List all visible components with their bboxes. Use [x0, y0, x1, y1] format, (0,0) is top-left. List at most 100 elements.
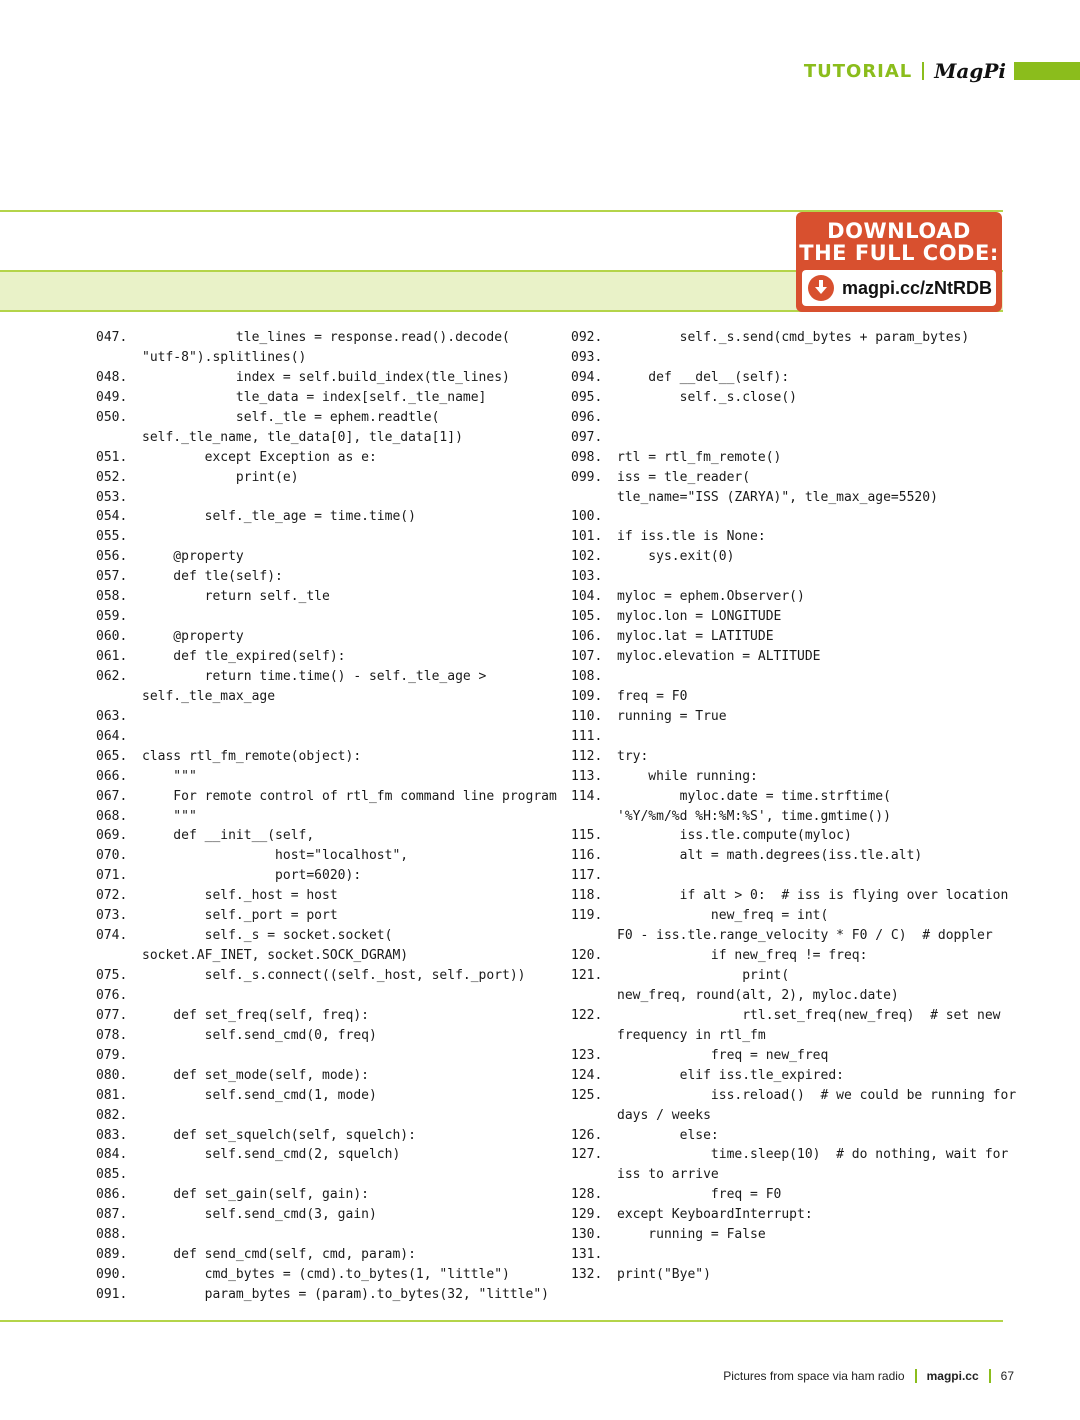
line-number: 060.: [96, 629, 128, 645]
line-number: 065.: [96, 748, 128, 764]
code-text: print(e): [142, 469, 299, 485]
code-line: 059.: [96, 607, 546, 627]
line-number: 120.: [571, 948, 603, 964]
line-number: 117.: [571, 868, 603, 884]
code-line: tle_name="ISS (ZARYA)", tle_max_age=5520…: [571, 488, 1001, 508]
code-line: 112. try:: [571, 747, 1001, 767]
code-line: 063.: [96, 707, 546, 727]
code-line: 096.: [571, 408, 1001, 428]
code-line: new_freq, round(alt, 2), myloc.date): [571, 986, 1001, 1006]
code-line: 052. print(e): [96, 468, 546, 488]
code-line: 070. host="localhost",: [96, 846, 546, 866]
line-number: 051.: [96, 449, 128, 465]
footer-divider: [988, 1369, 991, 1383]
line-number: 089.: [96, 1247, 128, 1263]
code-line: '%Y/%m/%d %H:%M:%S', time.gmtime()): [571, 807, 1001, 827]
code-line: 088.: [96, 1225, 546, 1245]
download-url[interactable]: magpi.cc/zNtRDB: [842, 278, 992, 299]
code-text: try:: [617, 748, 649, 764]
code-line: iss to arrive: [571, 1165, 1001, 1185]
header-divider: [922, 62, 925, 80]
code-text: def set_mode(self, mode):: [142, 1067, 369, 1083]
code-line: 083. def set_squelch(self, squelch):: [96, 1126, 546, 1146]
footer-divider: [914, 1369, 917, 1383]
code-text: freq = F0: [617, 688, 688, 704]
code-text: if alt > 0: # iss is flying over locatio…: [617, 888, 1009, 904]
download-box[interactable]: DOWNLOAD THE FULL CODE: magpi.cc/zNtRDB: [796, 212, 1002, 312]
code-line: frequency in rtl_fm: [571, 1026, 1001, 1046]
code-text: self.send_cmd(1, mode): [142, 1087, 377, 1103]
code-text: def set_freq(self, freq):: [142, 1007, 369, 1023]
code-text: alt = math.degrees(iss.tle.alt): [617, 848, 923, 864]
code-line: days / weeks: [571, 1106, 1001, 1126]
code-text: self._s.close(): [617, 389, 798, 405]
line-number: 101.: [571, 529, 603, 545]
code-text: running = False: [617, 1227, 766, 1243]
line-number: 121.: [571, 968, 603, 983]
code-text: cmd_bytes = (cmd).to_bytes(1, "little"): [142, 1267, 510, 1283]
code-line: 115. iss.tle.compute(myloc): [571, 826, 1001, 846]
line-number: 079.: [96, 1047, 128, 1063]
line-number: 116.: [571, 848, 603, 864]
download-link[interactable]: magpi.cc/zNtRDB: [802, 270, 996, 306]
line-number: 103.: [571, 569, 603, 585]
line-number: 081.: [96, 1087, 128, 1103]
code-line: 049. tle_data = index[self._tle_name]: [96, 388, 546, 408]
code-line: 131.: [571, 1245, 1001, 1265]
code-line: 109. freq = F0: [571, 687, 1001, 707]
page-footer: Pictures from space via ham radio magpi.…: [723, 1369, 1014, 1383]
line-number: 099.: [571, 469, 603, 485]
line-number: 064.: [96, 728, 128, 744]
code-line: "utf-8").splitlines(): [96, 348, 546, 368]
code-line: socket.AF_INET, socket.SOCK_DGRAM): [96, 946, 546, 966]
code-line: 079.: [96, 1046, 546, 1066]
line-number: 063.: [96, 708, 128, 724]
code-line: 050. self._tle = ephem.readtle(: [96, 408, 546, 428]
code-text: print(: [617, 968, 790, 983]
code-text: print("Bye"): [617, 1267, 711, 1283]
code-text: param_bytes = (param).to_bytes(32, "litt…: [142, 1287, 549, 1302]
code-line: 066. """: [96, 767, 546, 787]
code-line: 047. tle_lines = response.read().decode(: [96, 328, 546, 348]
code-text: return self._tle: [142, 589, 330, 605]
code-line: 093.: [571, 348, 1001, 368]
page-header: TUTORIAL MagPi: [804, 58, 1080, 84]
line-number: 105.: [571, 609, 603, 625]
code-line: 084. self.send_cmd(2, squelch): [96, 1145, 546, 1165]
code-line: 089. def send_cmd(self, cmd, param):: [96, 1245, 546, 1265]
line-number: 122.: [571, 1007, 603, 1023]
code-text: F0 - iss.tle.range_velocity * F0 / C) # …: [617, 928, 993, 944]
line-number: 078.: [96, 1027, 128, 1043]
line-number: 080.: [96, 1067, 128, 1083]
code-line: 104. myloc = ephem.Observer(): [571, 587, 1001, 607]
line-number: 087.: [96, 1207, 128, 1223]
line-number: 125.: [571, 1087, 603, 1103]
line-number: 092.: [571, 330, 603, 345]
code-text: tle_lines = response.read().decode(: [142, 330, 510, 345]
code-listing-right: 092. self._s.send(cmd_bytes + param_byte…: [571, 328, 1016, 1285]
line-number: 093.: [571, 349, 603, 365]
code-text: iss.tle.compute(myloc): [617, 828, 852, 844]
code-text: iss to arrive: [617, 1167, 719, 1183]
code-line: 094. def __del__(self):: [571, 368, 1001, 388]
code-text: class rtl_fm_remote(object):: [142, 748, 362, 764]
line-number: 130.: [571, 1227, 603, 1243]
code-line: 101. if iss.tle is None:: [571, 527, 1001, 547]
code-text: return time.time() - self._tle_age >: [142, 668, 487, 684]
line-number: 066.: [96, 768, 128, 784]
code-text: myloc.lon = LONGITUDE: [617, 609, 782, 625]
code-text: self._host = host: [142, 888, 338, 904]
code-line: self._tle_name, tle_data[0], tle_data[1]…: [96, 428, 546, 448]
line-number: 104.: [571, 589, 603, 605]
code-line: 105. myloc.lon = LONGITUDE: [571, 607, 1001, 627]
download-title-line1: DOWNLOAD: [827, 219, 971, 243]
line-number: 110.: [571, 708, 603, 724]
code-text: freq = F0: [617, 1187, 782, 1203]
code-text: frequency in rtl_fm: [617, 1027, 766, 1043]
bottom-rule: [0, 1320, 1003, 1322]
line-number: 047.: [96, 330, 128, 345]
line-number: 059.: [96, 609, 128, 625]
code-line: 087. self.send_cmd(3, gain): [96, 1205, 546, 1225]
code-line: 117.: [571, 866, 1001, 886]
code-text: self._port = port: [142, 908, 338, 924]
